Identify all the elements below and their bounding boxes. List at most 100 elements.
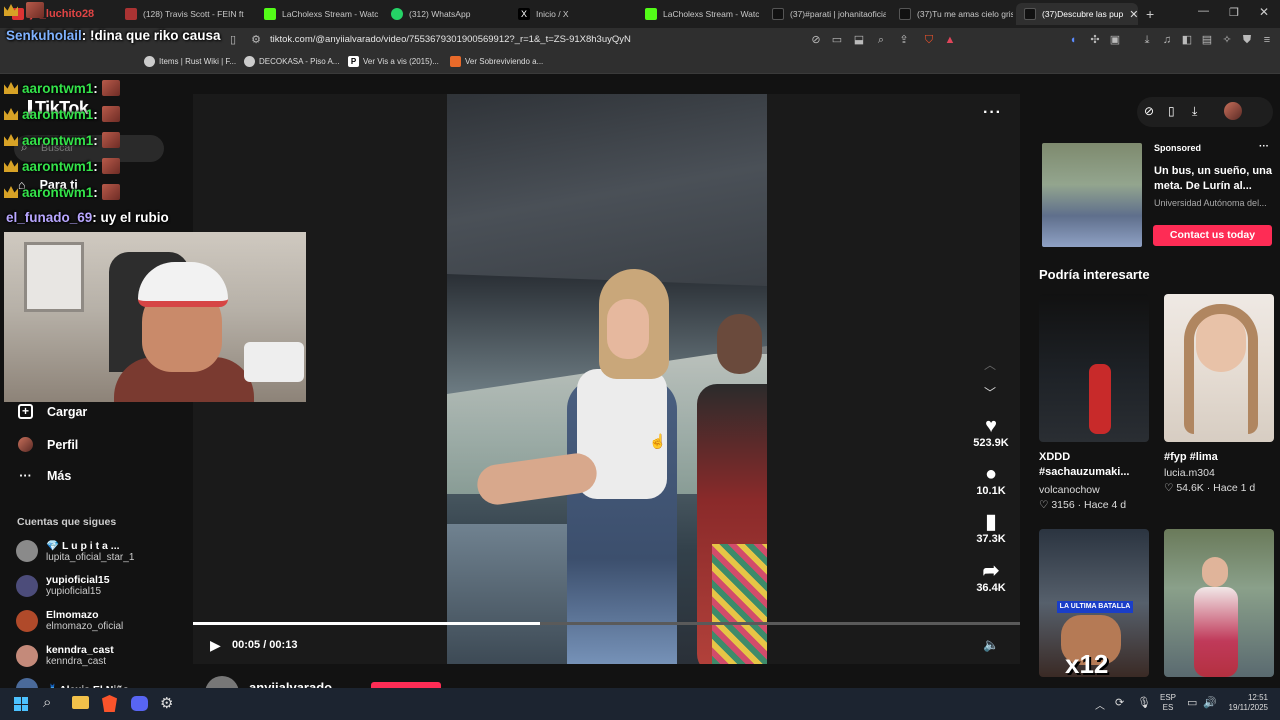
taskbar (0, 688, 1280, 720)
recommendation-thumb-4[interactable] (1164, 529, 1274, 677)
user-avatar[interactable] (1224, 102, 1242, 120)
tab-8[interactable]: (37)Tu me amas cielo gris (891, 3, 1013, 25)
brave-icon[interactable] (102, 695, 117, 712)
tray-sync-icon[interactable]: ⟳ (1115, 696, 1124, 709)
recommendation-user-1[interactable]: volcanochow (1039, 484, 1100, 496)
clock[interactable]: 12:51 19/11/2025 (1222, 693, 1268, 713)
wallet-icon[interactable]: ◖ (1066, 33, 1080, 47)
previous-video-icon[interactable]: ︿ (984, 356, 996, 373)
bookmark-icon: ▮ (985, 511, 997, 533)
following-item[interactable]: yupioficial15 yupioficial15 (16, 574, 110, 597)
coins-icon[interactable]: ⊘ (1144, 104, 1154, 118)
following-item[interactable]: kenndra_cast kenndra_cast (16, 644, 114, 667)
following-item[interactable]: Elmomazo elmomazo_oficial (16, 609, 123, 632)
comment-button[interactable]: ● 10.1K (968, 463, 1014, 497)
avatar (16, 540, 38, 562)
sidebar-toggle-icon[interactable]: ◧ (1180, 33, 1194, 47)
sponsored-headline[interactable]: Un bus, un sueño, una meta. De Lurín al.… (1154, 164, 1272, 194)
recommendation-thumb-1[interactable] (1039, 294, 1149, 442)
microphone-icon[interactable]: 🎙 (1137, 696, 1151, 709)
recommendation-meta-1: ♡ 3156 · Hace 4 d (1039, 499, 1127, 511)
close-tab-icon[interactable]: ✕ (1129, 8, 1138, 21)
recommendation-user-2[interactable]: lucia.m304 (1164, 467, 1215, 479)
share-button[interactable]: ➦ 36.4K (968, 560, 1014, 594)
bookmark-sobreviviendo[interactable]: Ver Sobreviviendo a... (450, 56, 543, 67)
recommendation-title-1[interactable]: XDDD #sachauzumaki... (1039, 450, 1154, 480)
contact-us-button[interactable]: Contact us today (1153, 225, 1272, 246)
top-right-toolbar (1137, 97, 1273, 127)
site-settings-icon[interactable]: ⚙ (249, 33, 263, 47)
nav-profile[interactable]: Perfil (18, 437, 78, 452)
leo-ai-icon[interactable]: ✧ (1220, 33, 1234, 47)
speaker-icon[interactable]: 🔊 (1203, 696, 1217, 709)
comment-icon: ● (984, 463, 998, 485)
download-app-icon[interactable]: ⤓ (1192, 104, 1197, 119)
thumb-face (1202, 557, 1228, 587)
brave-rewards-icon[interactable]: ▲ (943, 33, 957, 47)
bookmark-decokasa[interactable]: DECOKASA - Piso A... (244, 56, 339, 67)
zoom-icon[interactable]: ⌕ (874, 33, 888, 47)
sponsored-more-icon[interactable]: ··· (1259, 141, 1269, 152)
video-player[interactable] (447, 94, 767, 664)
nav-more[interactable]: ··· Más (18, 469, 71, 483)
install-icon[interactable]: ⬓ (852, 33, 866, 47)
windows-start-icon[interactable] (14, 697, 28, 711)
tab-6[interactable]: LaCholexs Stream - Watch (637, 3, 759, 25)
new-tab-icon[interactable]: + (1146, 6, 1154, 22)
sponsored-image[interactable] (1042, 143, 1142, 247)
thumb-dress (1194, 587, 1238, 677)
file-explorer-icon[interactable] (72, 696, 89, 709)
brave-shield-icon[interactable]: ⛉ (922, 33, 936, 47)
crown-icon (4, 160, 18, 172)
tray-chevron-icon[interactable]: ︿ (1095, 697, 1105, 712)
recommendation-thumb-2[interactable] (1164, 294, 1274, 442)
discord-icon[interactable] (131, 696, 148, 711)
nav-upload[interactable]: + Cargar (18, 404, 87, 419)
downloads-panel-icon[interactable]: ▣ (1108, 33, 1122, 47)
maximize-icon[interactable]: ❐ (1229, 6, 1239, 19)
share-icon[interactable]: ⇪ (897, 33, 911, 47)
bookmark-rust-wiki[interactable]: Items | Rust Wiki | F... (144, 56, 236, 67)
network-icon[interactable]: ▭ (1187, 696, 1197, 709)
tab-3[interactable]: LaCholexs Stream - Watch (256, 3, 378, 25)
bookmark-vis-a-vis[interactable]: P Ver Vis a vis (2015)... (348, 56, 439, 67)
get-app-icon[interactable]: ▯ (1168, 104, 1175, 118)
tab-4[interactable]: (312) WhatsApp (383, 3, 505, 25)
volume-icon[interactable]: 🔈 (983, 637, 999, 653)
minimize-icon[interactable]: — (1198, 5, 1209, 17)
recommendation-title-2[interactable]: #fyp #lima (1164, 450, 1279, 465)
wallet-card-icon[interactable]: ▤ (1200, 33, 1214, 47)
chat-line: aarontwm1: (4, 80, 120, 96)
url-field[interactable]: tiktok.com/@anyiialvarado/video/75536793… (270, 34, 631, 45)
emote-icon (101, 158, 120, 174)
steam-icon[interactable]: ⚙ (160, 694, 173, 712)
next-video-icon[interactable]: ﹀ (984, 384, 996, 401)
crown-icon (4, 186, 18, 198)
play-icon[interactable]: ▶ (210, 637, 221, 654)
extensions-icon[interactable]: ✣ (1088, 33, 1102, 47)
bookmark-icon[interactable]: ▯ (226, 33, 240, 47)
tab-2[interactable]: (128) Travis Scott - FEIN ft (117, 3, 245, 25)
download-icon[interactable]: ⤓ (1140, 33, 1154, 47)
search-taskbar-icon[interactable]: ⌕ (43, 694, 51, 711)
kick-icon (645, 8, 657, 20)
music-icon[interactable]: ♫ (1160, 33, 1174, 47)
time-display: 00:05 / 00:13 (232, 639, 298, 651)
tab-5[interactable]: X Inicio / X (510, 3, 632, 25)
menu-icon[interactable]: ≡ (1260, 33, 1274, 47)
avatar (16, 644, 38, 667)
no-tracking-icon[interactable]: ⊘ (809, 33, 823, 47)
language-indicator[interactable]: ESP ES (1160, 693, 1176, 713)
following-item[interactable]: 💎 L u p i t a ... lupita_oficial_star_1 (16, 539, 134, 563)
save-button[interactable]: ▮ 37.3K (968, 511, 1014, 545)
whatsapp-icon (391, 8, 403, 20)
cast-icon[interactable]: ▭ (830, 33, 844, 47)
tab-9-active[interactable]: (37)Descubre las pup ✕ (1016, 3, 1138, 25)
recommendation-thumb-3[interactable]: LA ULTIMA BATALLA DE x12 (1039, 529, 1149, 677)
like-button[interactable]: ♥ 523.9K (968, 415, 1014, 449)
author-handle[interactable]: anyiialvarado (249, 680, 332, 688)
close-window-icon[interactable]: ✕ (1259, 5, 1269, 19)
tab-7[interactable]: (37)#parati | johanitaoficial (764, 3, 886, 25)
video-more-options-icon[interactable]: ··· (983, 104, 1002, 122)
vpn-icon[interactable]: ⛊ (1240, 33, 1254, 47)
